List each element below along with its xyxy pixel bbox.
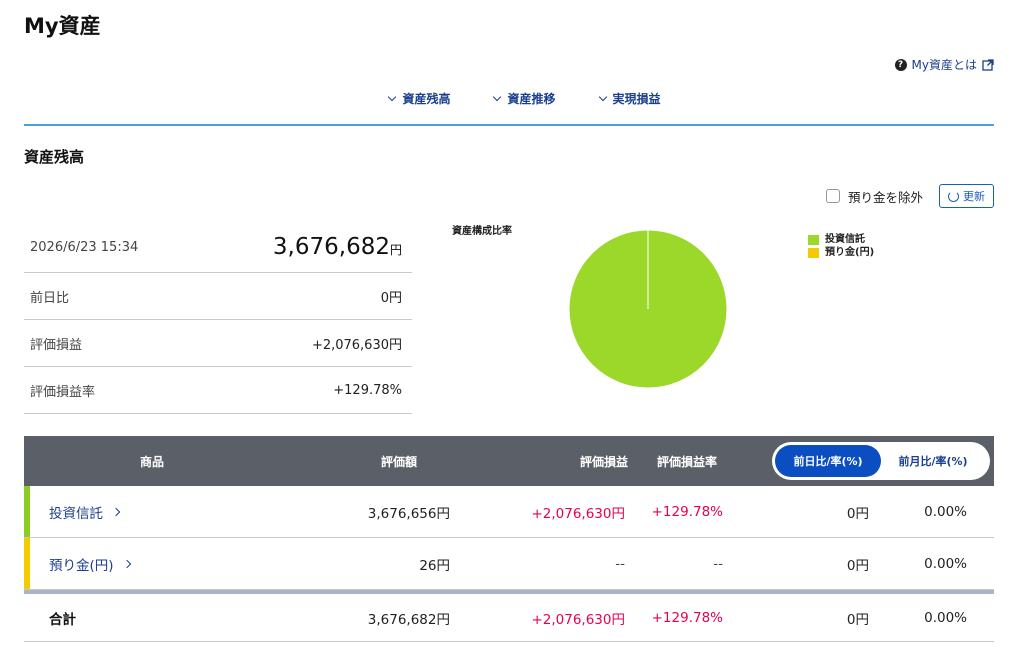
cell-gain-rate: +129.78% [651, 609, 723, 626]
chevron-right-icon [111, 507, 121, 516]
cell-gain: +2,076,630円 [531, 505, 625, 522]
toggle-month-diff[interactable]: 前月比/率(%) [881, 445, 985, 477]
section-title: 資産残高 [24, 148, 85, 166]
summary-total-row: 2026/6/23 15:34 3,676,682円 [24, 222, 412, 273]
external-link-icon [982, 58, 994, 71]
cell-gain-rate: -- [713, 555, 723, 572]
cell-diff-rate: 0.00% [924, 503, 967, 520]
table-total-row: 合計 3,676,682円 +2,076,630円 +129.78% 0円 0.… [24, 590, 994, 642]
summary-total-amount: 3,676,682 [272, 234, 390, 260]
legend-swatch [808, 247, 819, 258]
summary-row-label: 前日比 [30, 290, 70, 306]
nav-item-label: 資産残高 [402, 92, 451, 106]
legend-item: 預り金(円) [808, 246, 874, 259]
product-link-label: 投資信託 [49, 505, 103, 522]
header-gain-rate: 評価損益率 [656, 454, 717, 469]
table-row: 投資信託 3,676,656円 +2,076,630円 +129.78% 0円 … [24, 486, 994, 538]
help-link-label: My資産とは [911, 58, 977, 72]
legend-item: 投資信託 [808, 233, 874, 246]
section-divider [24, 124, 994, 126]
nav-item-balance[interactable]: 資産残高 [388, 90, 451, 107]
summary-row-value: 0円 [380, 290, 402, 306]
header-gain: 評価損益 [579, 454, 628, 469]
page-title: My資産 [24, 14, 101, 38]
legend-label: 預り金(円) [825, 247, 875, 258]
refresh-button-label: 更新 [963, 190, 985, 203]
row-color-bar [24, 538, 30, 589]
exclude-deposit-label: 預り金を除外 [847, 189, 923, 205]
table-row: 預り金(円) 26円 -- -- 0円 0.00% [24, 538, 994, 590]
toggle-day-diff[interactable]: 前日比/率(%) [775, 445, 881, 477]
summary-row-label: 評価損益率 [30, 384, 96, 400]
chart-title: 資産構成比率 [452, 226, 512, 237]
summary-datetime: 2026/6/23 15:34 [30, 239, 139, 255]
cell-valuation: 3,676,682円 [367, 611, 450, 628]
cell-diff: 0円 [846, 611, 869, 628]
nav-item-realized[interactable]: 実現損益 [598, 90, 661, 107]
chevron-down-icon [598, 92, 607, 101]
row-color-bar [24, 486, 30, 537]
summary-row: 評価損益率 +129.78% [24, 367, 412, 414]
header-valuation: 評価額 [380, 454, 417, 469]
total-label: 合計 [49, 611, 76, 628]
diff-period-toggle: 前日比/率(%) 前月比/率(%) [772, 442, 990, 480]
asset-pie-chart [568, 229, 728, 389]
legend-swatch [808, 234, 819, 245]
chart-legend: 投資信託 預り金(円) [808, 233, 874, 259]
cell-gain: -- [615, 555, 625, 572]
legend-label: 投資信託 [825, 234, 865, 245]
cell-valuation: 26円 [419, 557, 450, 574]
cell-gain-rate: +129.78% [651, 503, 723, 520]
help-link[interactable]: ? My資産とは [894, 56, 994, 73]
anchor-nav: 資産残高 資産推移 実現損益 [0, 90, 1024, 107]
nav-item-label: 資産推移 [507, 92, 556, 106]
cell-diff-rate: 0.00% [924, 555, 967, 572]
table-header: 商品 評価額 評価損益 評価損益率 前日比/率(%) 前月比/率(%) [24, 436, 994, 486]
chevron-down-icon [388, 92, 397, 101]
nav-item-label: 実現損益 [612, 92, 661, 106]
nav-item-trend[interactable]: 資産推移 [493, 90, 556, 107]
cell-diff: 0円 [846, 557, 869, 574]
summary-total-unit: 円 [389, 243, 402, 257]
balance-summary: 2026/6/23 15:34 3,676,682円 前日比 0円 評価損益 +… [24, 222, 412, 414]
cell-gain: +2,076,630円 [531, 611, 625, 628]
header-product: 商品 [139, 454, 164, 469]
question-circle-icon: ? [894, 58, 907, 71]
summary-row-value: +129.78% [333, 382, 402, 398]
cell-valuation: 3,676,656円 [367, 505, 450, 522]
product-link[interactable]: 投資信託 [24, 502, 280, 522]
chevron-down-icon [493, 92, 502, 101]
exclude-deposit-checkbox[interactable] [825, 189, 840, 203]
chevron-right-icon [122, 559, 131, 568]
summary-row-label: 評価損益 [30, 337, 83, 353]
product-link-label: 預り金(円) [49, 557, 114, 574]
exclude-deposit-toggle[interactable]: 預り金を除外 [825, 187, 923, 206]
cell-diff: 0円 [846, 505, 869, 522]
summary-row: 評価損益 +2,076,630円 [24, 320, 412, 367]
product-link[interactable]: 預り金(円) [24, 554, 280, 574]
refresh-button[interactable]: 更新 [939, 184, 994, 208]
cell-diff-rate: 0.00% [924, 609, 967, 626]
refresh-icon [948, 190, 959, 202]
summary-row-value: +2,076,630円 [311, 337, 402, 353]
summary-row: 前日比 0円 [24, 273, 412, 320]
holdings-table: 商品 評価額 評価損益 評価損益率 前日比/率(%) 前月比/率(%) 投資信託… [24, 436, 994, 642]
summary-total: 3,676,682円 [273, 234, 402, 260]
balance-controls: 預り金を除外 更新 [825, 184, 994, 208]
